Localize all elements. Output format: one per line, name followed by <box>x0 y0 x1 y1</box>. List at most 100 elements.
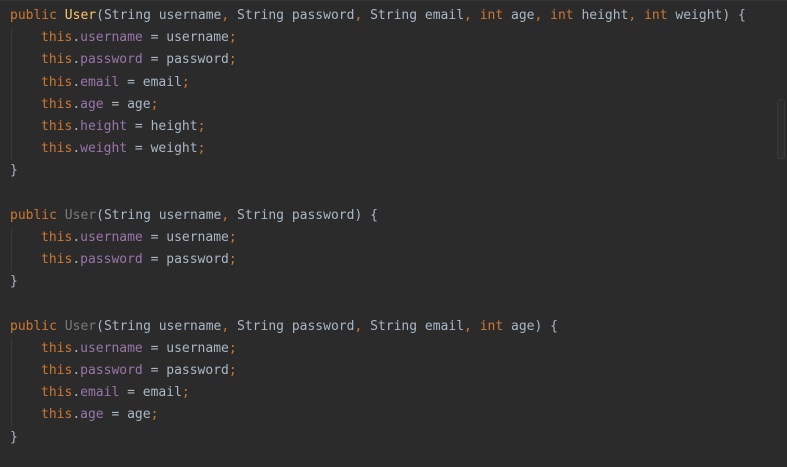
assignment-line[interactable]: this.weight = weight; <box>10 138 746 161</box>
constructor-signature[interactable]: public User(String username, String pass… <box>10 316 746 338</box>
indent-guide <box>10 404 41 427</box>
assignment-line[interactable]: this.age = age; <box>10 93 746 117</box>
indent-guide <box>10 360 41 383</box>
param-name: password <box>291 8 355 23</box>
semicolon: ; <box>197 118 206 134</box>
assignment-line[interactable]: this.username = username; <box>10 27 746 50</box>
semicolon: ; <box>228 340 237 356</box>
constructor-name: User <box>64 318 97 334</box>
assignment-line[interactable]: this.username = username; <box>10 337 746 361</box>
scrollbar-thumb[interactable] <box>777 99 785 159</box>
param-name: username <box>158 207 222 223</box>
constructor-name: User <box>64 8 97 23</box>
param-type: int <box>550 8 574 23</box>
field-name: password <box>80 52 143 68</box>
indent-guide <box>10 93 41 117</box>
field-name: email <box>80 385 120 401</box>
assigned-value: password <box>166 363 229 378</box>
param-name: age <box>511 318 535 334</box>
assigned-value: email <box>142 385 182 401</box>
assign-operator: = <box>142 363 167 378</box>
semicolon: ; <box>150 96 159 112</box>
constructor-signature[interactable]: public User(String username, String pass… <box>10 205 746 227</box>
this-keyword: this <box>41 229 73 245</box>
closing-brace-line[interactable]: } <box>10 427 746 449</box>
indent-guide <box>10 71 41 94</box>
assign-operator: = <box>103 407 128 423</box>
param-name: email <box>424 318 465 334</box>
indent-guide <box>10 382 41 405</box>
closing-brace-line[interactable]: } <box>10 160 746 182</box>
param-name: username <box>158 8 222 23</box>
this-keyword: this <box>41 141 73 157</box>
param-type: int <box>644 8 668 23</box>
open-paren: ( <box>96 8 104 23</box>
assign-operator: = <box>142 340 167 356</box>
semicolon: ; <box>181 74 190 90</box>
semicolon: ; <box>197 141 206 157</box>
param-type: String <box>370 318 418 334</box>
field-name: age <box>80 96 104 112</box>
signature-close: ) { <box>354 207 378 223</box>
param-type: String <box>103 8 151 23</box>
assign-operator: = <box>127 141 151 157</box>
assign-operator: = <box>119 385 143 401</box>
signature-close: ) { <box>722 8 746 23</box>
param-type: int <box>479 318 504 334</box>
assigned-value: username <box>166 30 229 46</box>
field-name: username <box>80 30 143 46</box>
code-editor[interactable]: public User(String username, String pass… <box>0 0 787 467</box>
field-name: weight <box>80 141 128 157</box>
field-name: age <box>80 407 104 423</box>
param-name: email <box>424 8 465 23</box>
closing-brace: } <box>10 274 18 290</box>
assigned-value: password <box>166 52 229 68</box>
param-name: password <box>291 318 355 334</box>
assignment-line[interactable]: this.password = password; <box>10 49 746 72</box>
assigned-value: username <box>166 229 229 245</box>
assignment-line[interactable]: this.email = email; <box>10 71 746 94</box>
assign-operator: = <box>119 74 143 90</box>
this-keyword: this <box>41 96 73 112</box>
assignment-line[interactable]: this.username = username; <box>10 226 746 250</box>
assign-operator: = <box>142 229 167 245</box>
indent-guide <box>10 249 41 272</box>
semicolon: ; <box>228 252 237 268</box>
param-name: weight <box>675 8 723 23</box>
assigned-value: age <box>127 407 151 423</box>
assignment-line[interactable]: this.email = email; <box>10 382 746 405</box>
field-name: email <box>80 74 120 90</box>
assign-operator: = <box>142 52 167 68</box>
semicolon: ; <box>228 30 237 46</box>
this-keyword: this <box>41 340 73 356</box>
semicolon: ; <box>228 52 237 68</box>
keyword-modifier: public <box>10 207 57 223</box>
open-paren: ( <box>96 207 104 223</box>
keyword-modifier: public <box>10 318 57 334</box>
param-type: String <box>237 318 284 334</box>
assign-operator: = <box>103 96 128 112</box>
param-name: height <box>581 8 629 23</box>
assigned-value: email <box>142 74 182 90</box>
assignment-line[interactable]: this.password = password; <box>10 249 746 272</box>
assignment-line[interactable]: this.password = password; <box>10 360 746 383</box>
this-keyword: this <box>41 363 73 378</box>
assigned-value: weight <box>150 141 198 157</box>
assignment-line[interactable]: this.height = height; <box>10 115 746 139</box>
closing-brace-line[interactable]: } <box>10 271 746 293</box>
this-keyword: this <box>41 30 73 46</box>
code-area[interactable]: public User(String username, String pass… <box>10 5 746 449</box>
constructor-name: User <box>64 207 97 223</box>
field-name: username <box>80 340 143 356</box>
assignment-line[interactable]: this.age = age; <box>10 404 746 427</box>
semicolon: ; <box>228 229 237 245</box>
assigned-value: height <box>150 118 198 134</box>
param-type: String <box>237 207 284 223</box>
field-name: height <box>80 118 128 134</box>
blank-line[interactable] <box>10 183 746 205</box>
blank-line[interactable] <box>10 293 746 315</box>
assigned-value: password <box>166 252 229 268</box>
constructor-signature[interactable]: public User(String username, String pass… <box>10 5 746 27</box>
field-name: username <box>80 229 143 245</box>
signature-close: ) { <box>534 318 558 334</box>
